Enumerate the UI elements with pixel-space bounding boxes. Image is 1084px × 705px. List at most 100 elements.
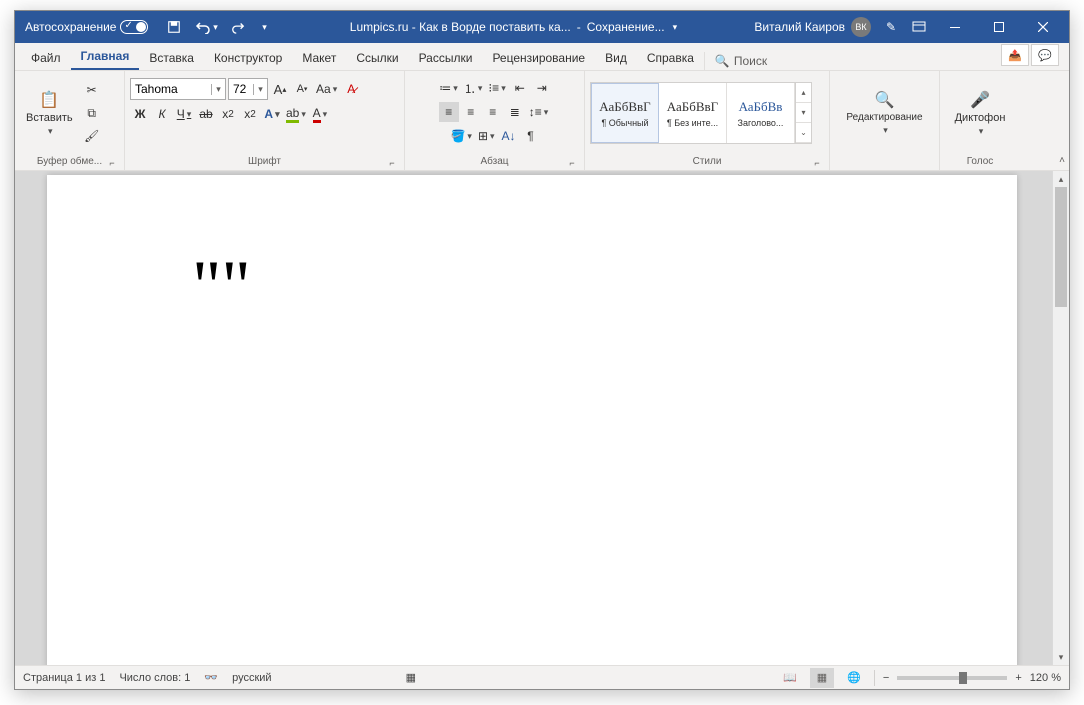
clipboard-launcher-icon[interactable]: ⌐ [107,158,117,168]
zoom-in-icon[interactable]: + [1015,672,1021,684]
word-count[interactable]: Число слов: 1 [119,672,190,684]
align-left-icon[interactable]: ≡ [439,102,459,122]
redo-icon[interactable] [224,13,252,41]
tab-insert[interactable]: Вставка [139,46,204,70]
subscript-icon[interactable]: x2 [218,104,238,124]
collapse-ribbon-icon[interactable]: ˄ [1059,155,1065,166]
tab-help[interactable]: Справка [637,46,704,70]
styles-label: Стили [693,156,722,167]
styles-down-icon[interactable]: ▾ [796,103,811,123]
tab-file[interactable]: Файл [21,46,71,70]
underline-button[interactable]: Ч▾ [174,104,194,124]
user-section[interactable]: Виталий Каиров ВК [748,17,877,37]
drawing-icon[interactable]: ✎ [877,13,905,41]
styles-launcher-icon[interactable]: ⌐ [812,158,822,168]
align-center-icon[interactable]: ≡ [461,102,481,122]
avatar: ВК [851,17,871,37]
italic-button[interactable]: К [152,104,172,124]
ribbon-display-icon[interactable] [905,13,933,41]
minimize-button[interactable] [933,11,977,43]
spellcheck-icon[interactable]: 👓 [204,671,218,684]
shrink-font-icon[interactable]: A▾ [292,79,312,99]
font-name-combo[interactable]: ▾ [130,78,226,100]
vertical-scrollbar[interactable]: ▴ ▾ [1052,171,1069,665]
decrease-indent-icon[interactable]: ⇤ [510,78,530,98]
tab-mailings[interactable]: Рассылки [409,46,483,70]
font-size-combo[interactable]: ▾ [228,78,268,100]
dictate-label: Диктофон [955,112,1006,124]
show-marks-icon[interactable]: ¶ [521,126,541,146]
format-painter-icon[interactable]: 🖌 [82,126,102,146]
style-heading[interactable]: АаБбВвЗаголово... [727,83,795,143]
scroll-down-icon[interactable]: ▾ [1053,649,1069,665]
group-styles: АаБбВвГ¶ Обычный АаБбВвГ¶ Без инте... Аа… [585,71,830,170]
save-status: Сохранение... [587,20,665,34]
font-size-input[interactable] [229,82,253,96]
comments-button[interactable]: 💬 [1031,44,1059,66]
microphone-icon: 🎤 [970,90,990,110]
page-status[interactable]: Страница 1 из 1 [23,672,105,684]
tab-design[interactable]: Конструктор [204,46,292,70]
shading-icon[interactable]: 🪣▾ [448,126,473,146]
text-effects-icon[interactable]: A▾ [262,104,282,124]
highlight-icon[interactable]: ab▾ [284,104,308,124]
increase-indent-icon[interactable]: ⇥ [532,78,552,98]
undo-icon[interactable]: ▾ [192,13,220,41]
zoom-slider[interactable] [897,676,1007,680]
document-text[interactable]: "" [192,250,251,322]
sort-icon[interactable]: A↓ [499,126,519,146]
tab-view[interactable]: Вид [595,46,637,70]
style-normal[interactable]: АаБбВвГ¶ Обычный [591,83,659,143]
bullets-icon[interactable]: ≔▾ [437,78,460,98]
paragraph-launcher-icon[interactable]: ⌐ [567,158,577,168]
tab-review[interactable]: Рецензирование [482,46,595,70]
justify-icon[interactable]: ≣ [505,102,525,122]
bold-button[interactable]: Ж [130,104,150,124]
multilevel-list-icon[interactable]: ⁝≡▾ [486,78,507,98]
font-color-icon[interactable]: A▾ [310,104,330,124]
autosave-toggle[interactable]: ✓ [120,20,148,34]
separator [874,670,875,686]
maximize-button[interactable] [977,11,1021,43]
styles-gallery[interactable]: АаБбВвГ¶ Обычный АаБбВвГ¶ Без инте... Аа… [590,82,812,144]
styles-more-icon[interactable]: ⌄ [796,123,811,143]
language-status[interactable]: русский [232,672,271,684]
line-spacing-icon[interactable]: ↕≡▾ [527,102,551,122]
style-no-spacing[interactable]: АаБбВвГ¶ Без инте... [659,83,727,143]
close-button[interactable] [1021,11,1065,43]
tab-layout[interactable]: Макет [292,46,346,70]
styles-up-icon[interactable]: ▴ [796,83,811,103]
grow-font-icon[interactable]: A▴ [270,79,290,99]
macro-icon[interactable]: ▦ [406,671,416,684]
search-box[interactable]: 🔍 Поиск [704,52,777,70]
copy-icon[interactable]: ⧉ [82,103,102,123]
superscript-icon[interactable]: x2 [240,104,260,124]
save-icon[interactable] [160,13,188,41]
zoom-level[interactable]: 120 % [1030,672,1061,684]
paste-button[interactable]: 📋 Вставить ▾ [20,77,79,149]
doc-name: Lumpics.ru - Как в Ворде поставить ка... [350,20,571,34]
align-right-icon[interactable]: ≡ [483,102,503,122]
tab-references[interactable]: Ссылки [346,46,408,70]
strikethrough-icon[interactable]: ab [196,104,216,124]
tab-home[interactable]: Главная [71,44,140,70]
scroll-up-icon[interactable]: ▴ [1053,171,1069,187]
font-launcher-icon[interactable]: ⌐ [387,158,397,168]
zoom-thumb[interactable] [959,672,967,684]
change-case-icon[interactable]: Aa▾ [314,79,339,99]
web-layout-icon[interactable]: 🌐 [842,668,866,688]
page[interactable]: "" [47,175,1017,665]
numbering-icon[interactable]: ⒈▾ [462,78,485,98]
qat-customize-icon[interactable]: ▾ [256,13,272,41]
share-button[interactable]: 📤 [1001,44,1029,66]
clear-formatting-icon[interactable]: A̷ [341,79,361,99]
scroll-thumb[interactable] [1055,187,1067,307]
editing-button[interactable]: 🔍 Редактирование ▾ [840,77,928,149]
font-name-input[interactable] [131,82,211,96]
read-mode-icon[interactable]: 📖 [778,668,802,688]
borders-icon[interactable]: ⊞▾ [476,126,497,146]
dictate-button[interactable]: 🎤 Диктофон ▾ [949,77,1012,149]
cut-icon[interactable]: ✂ [82,80,102,100]
zoom-out-icon[interactable]: − [883,672,889,684]
print-layout-icon[interactable]: ▦ [810,668,834,688]
